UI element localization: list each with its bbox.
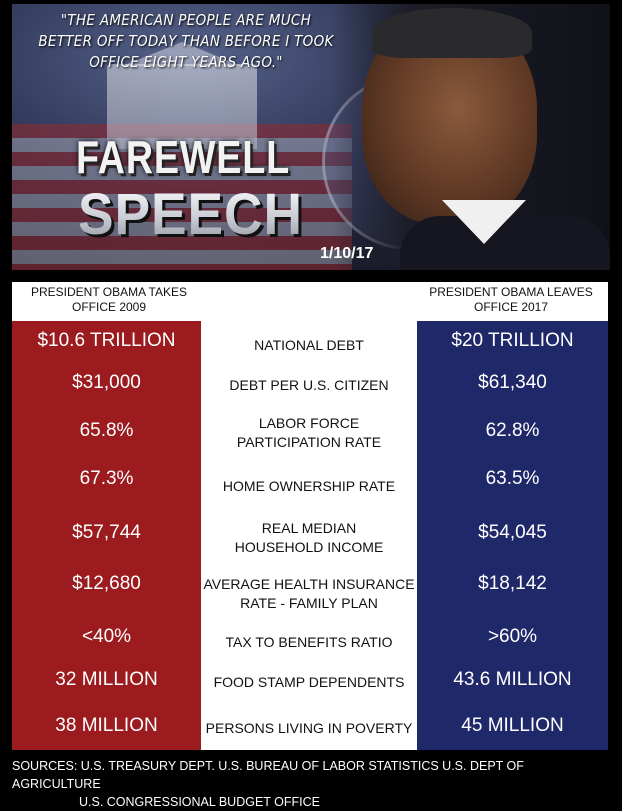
sources-line: U.S. CONGRESSIONAL BUDGET OFFICE [79, 795, 321, 809]
left-value: $10.6 TRILLION [37, 330, 176, 351]
sources-footer: SOURCES: U.S. TREASURY DEPT. U.S. BUREAU… [12, 757, 610, 811]
left-value: $12,680 [72, 573, 141, 594]
left-header: PRESIDENT OBAMA TAKES OFFICE 2009 [30, 285, 188, 314]
right-value: 62.8% [485, 420, 540, 441]
row-label: NATIONAL DEBT [254, 337, 364, 353]
speech-date: 1/10/17 [320, 245, 374, 262]
left-value: 67.3% [79, 468, 134, 489]
quote-text: "THE AMERICAN PEOPLE ARE MUCH BETTER OFF… [38, 11, 334, 71]
left-value: $57,744 [72, 522, 141, 543]
row-label: REAL MEDIAN HOUSEHOLD INCOME [234, 520, 384, 555]
row-label: AVERAGE HEALTH INSURANCE RATE - FAMILY P… [203, 576, 415, 611]
sources-line: SOURCES: U.S. TREASURY DEPT. U.S. BUREAU… [12, 759, 524, 791]
right-header: PRESIDENT OBAMA LEAVES OFFICE 2017 [429, 285, 593, 314]
row-label: HOME OWNERSHIP RATE [222, 478, 396, 494]
right-value: $20 TRILLION [451, 330, 574, 351]
title-speech: SPEECH [78, 182, 303, 247]
left-value: 32 MILLION [55, 669, 158, 690]
comparison-table: PRESIDENT OBAMA TAKES OFFICE 2009 PRESID… [12, 282, 608, 750]
left-value: 65.8% [79, 420, 134, 441]
left-value: $31,000 [72, 372, 141, 393]
row-label: FOOD STAMP DEPENDENTS [213, 674, 405, 690]
right-value: 43.6 MILLION [453, 669, 572, 690]
left-value: <40% [81, 626, 132, 647]
right-value: $54,045 [478, 522, 547, 543]
row-label: TAX TO BENEFITS RATIO [225, 634, 393, 650]
right-value: 63.5% [485, 468, 540, 489]
row-label: LABOR FORCE PARTICIPATION RATE [236, 415, 382, 450]
left-value: 38 MILLION [55, 715, 158, 736]
title-farewell: FAREWELL [76, 131, 291, 183]
right-value: $18,142 [478, 573, 547, 594]
right-value: 45 MILLION [461, 715, 564, 736]
right-value: $61,340 [478, 372, 547, 393]
portrait-collar [442, 200, 526, 244]
row-label: PERSONS LIVING IN POVERTY [205, 720, 413, 736]
portrait-hair [372, 8, 532, 58]
row-label: DEBT PER U.S. CITIZEN [229, 377, 389, 393]
right-value: >60% [487, 626, 538, 647]
